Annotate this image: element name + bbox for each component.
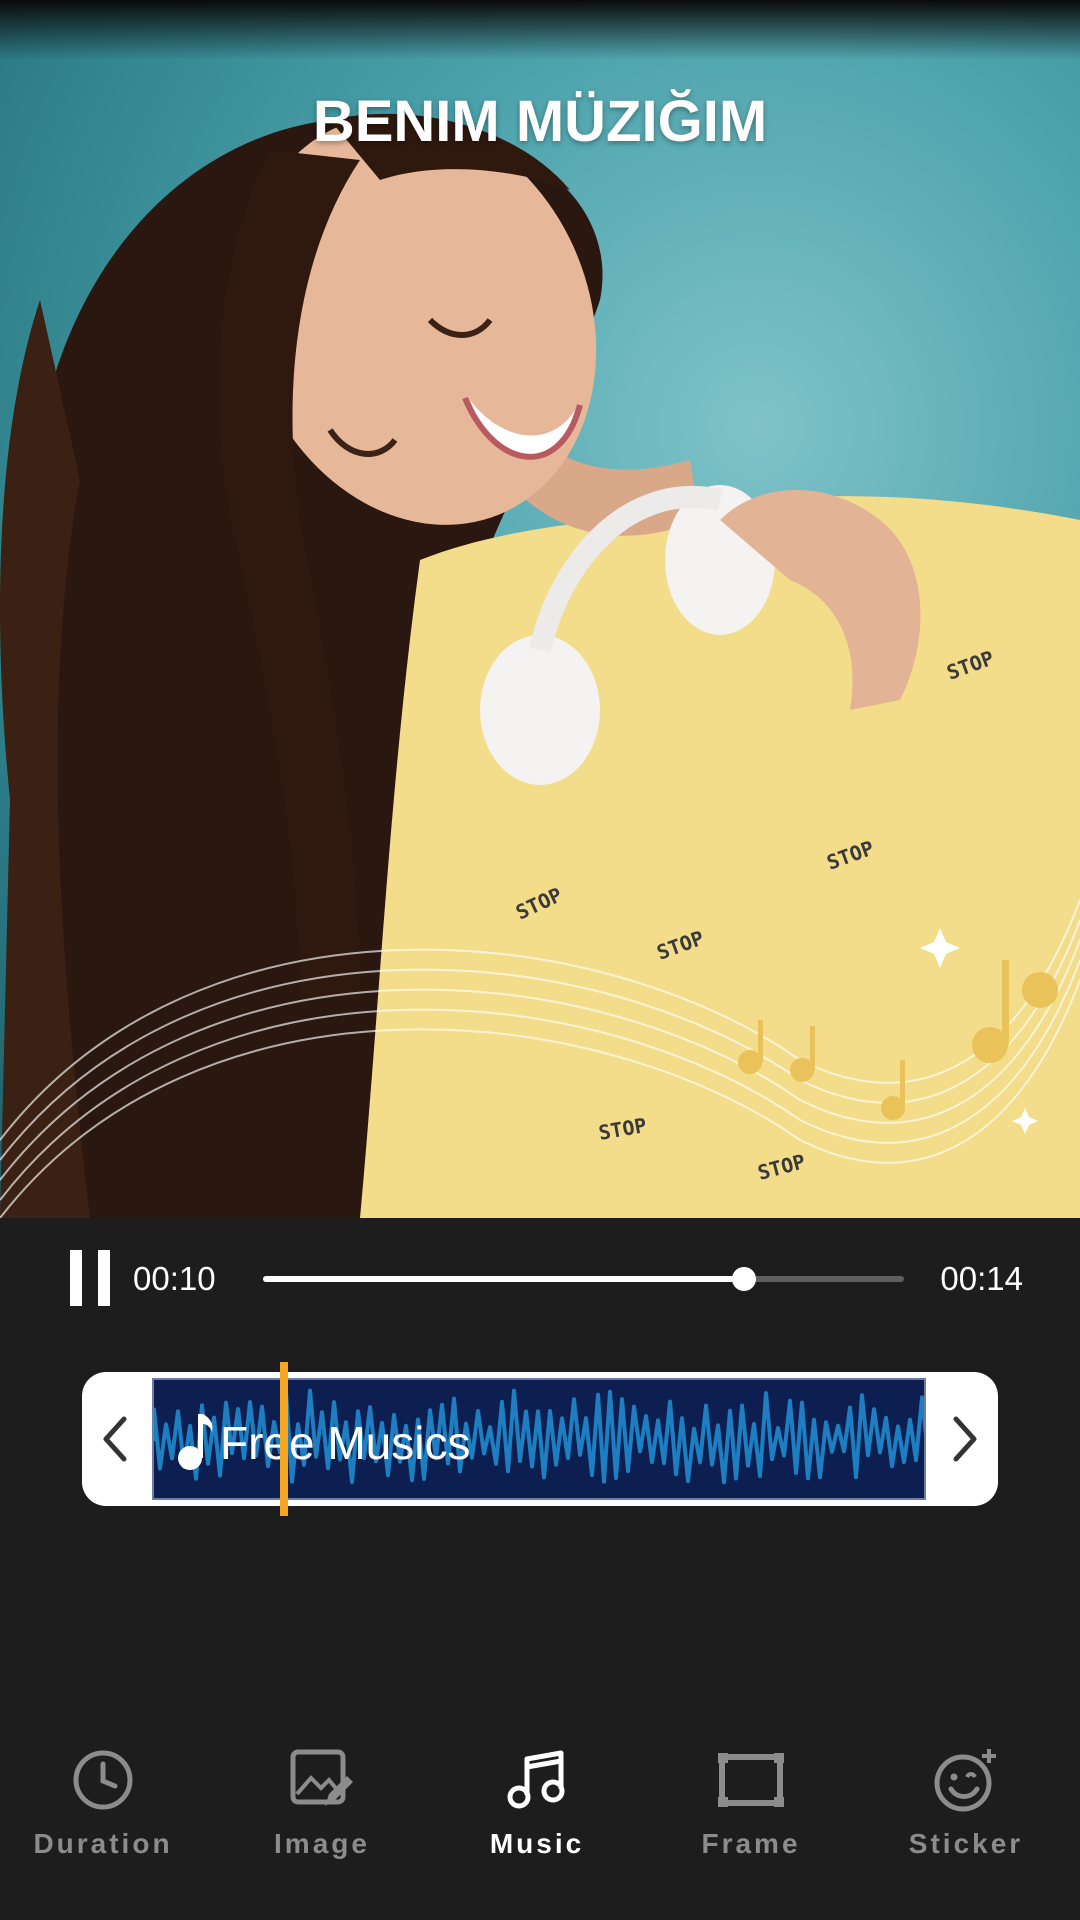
music-track[interactable]: Free Musics xyxy=(152,1378,926,1500)
nav-music-label: Music xyxy=(489,1828,585,1859)
chevron-left-icon xyxy=(103,1416,127,1462)
pause-icon-bar-right xyxy=(98,1250,110,1306)
preview-photo: STOP STOP STOP STOP STOP STOP xyxy=(0,113,1080,1218)
music-note-icon xyxy=(178,1414,213,1470)
chevron-right-icon xyxy=(953,1416,977,1462)
next-track-button[interactable] xyxy=(932,1372,998,1506)
nav-duration-label: Duration xyxy=(33,1828,173,1859)
nav-image-label: Image xyxy=(274,1828,370,1859)
nav-frame-label: Frame xyxy=(701,1828,801,1859)
pause-icon-bar-left xyxy=(70,1250,82,1306)
nav-image[interactable]: Image xyxy=(222,1740,422,1860)
top-shade xyxy=(0,0,1080,60)
music-track-strip: Free Musics xyxy=(82,1372,998,1506)
clock-icon xyxy=(73,1750,133,1810)
image-edit-icon xyxy=(290,1749,353,1806)
bottom-toolbar: Duration Image Music Frame Sticker xyxy=(0,1740,1080,1880)
nav-duration[interactable]: Duration xyxy=(3,1740,203,1860)
music-note-icon xyxy=(507,1750,565,1809)
video-preview[interactable]: STOP STOP STOP STOP STOP STOP BENIM MÜZI… xyxy=(0,0,1080,1218)
previous-track-button[interactable] xyxy=(82,1372,148,1506)
nav-sticker[interactable]: Sticker xyxy=(866,1740,1066,1860)
track-name: Free Musics xyxy=(220,1417,471,1469)
nav-sticker-label: Sticker xyxy=(908,1828,1024,1859)
frame-icon xyxy=(718,1753,784,1807)
total-time: 00:14 xyxy=(940,1260,1023,1297)
sticker-icon xyxy=(934,1749,996,1812)
nav-frame[interactable]: Frame xyxy=(651,1740,851,1860)
current-time: 00:10 xyxy=(133,1260,216,1297)
playback-controls: 00:10 00:14 xyxy=(0,1218,1080,1338)
seek-bar[interactable] xyxy=(263,1267,904,1291)
pause-button[interactable] xyxy=(68,1250,114,1306)
track-playhead[interactable] xyxy=(279,1362,288,1516)
seek-bar-progress xyxy=(263,1276,744,1282)
nav-music[interactable]: Music xyxy=(437,1740,637,1860)
video-title: BENIM MÜZIĞIM xyxy=(312,89,768,154)
seek-bar-thumb[interactable] xyxy=(731,1267,756,1291)
